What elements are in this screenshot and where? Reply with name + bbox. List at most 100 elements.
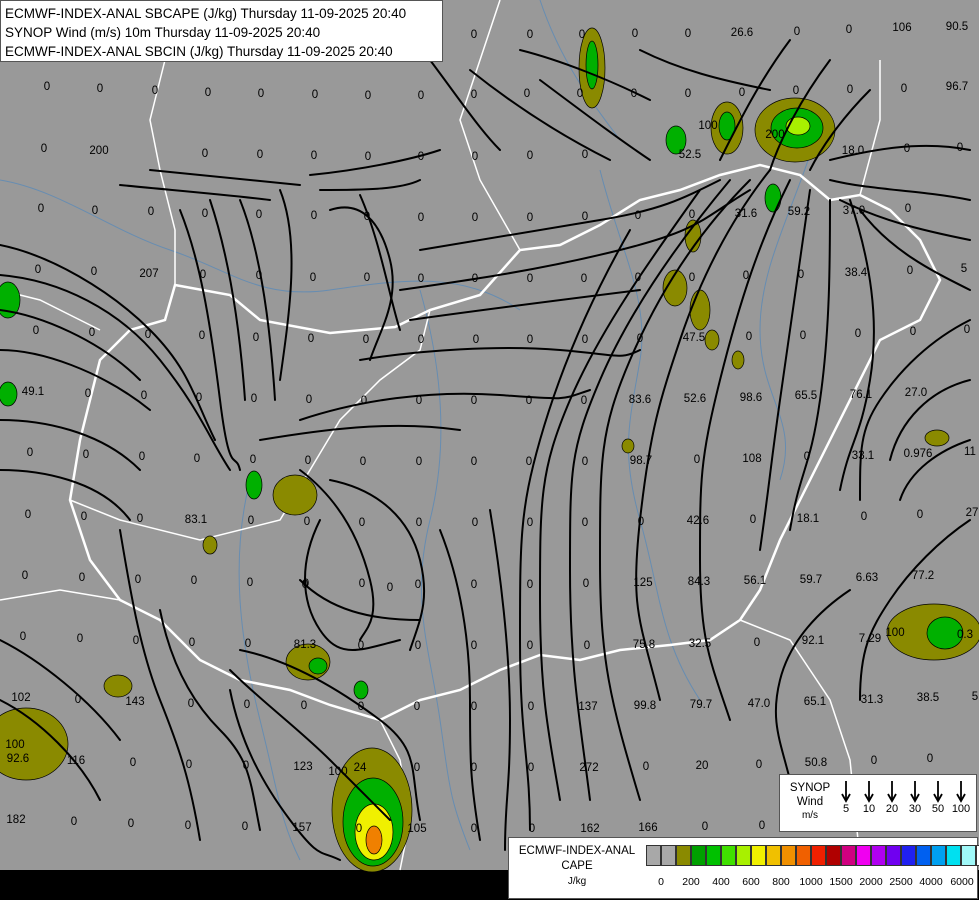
- map-value-label: 0: [38, 203, 44, 215]
- map-value-label: 0: [145, 329, 151, 341]
- cape-color-swatch: [916, 845, 931, 866]
- map-value-label: 100: [885, 627, 904, 639]
- map-value-label: 0: [256, 209, 262, 221]
- cape-color-swatch: [706, 845, 721, 866]
- map-value-label: 0: [472, 517, 478, 529]
- map-value-label: 0: [152, 85, 158, 97]
- map-value-label: 92.1: [802, 635, 824, 647]
- wind-legend-speed: 10: [862, 803, 876, 815]
- cape-color-swatch: [826, 845, 841, 866]
- map-value-label: 0: [473, 334, 479, 346]
- map-value-label: 106: [892, 22, 911, 34]
- map-value-label: 0: [141, 390, 147, 402]
- map-value-label: 0: [139, 451, 145, 463]
- map-value-label: 0: [302, 579, 308, 591]
- map-value-label: 0: [579, 29, 585, 41]
- map-value-label: 0: [904, 143, 910, 155]
- cape-color-swatch: [646, 845, 661, 866]
- cape-area-north-2-core: [585, 40, 599, 90]
- map-value-label: 0: [75, 694, 81, 706]
- map-value-label: 0: [632, 28, 638, 40]
- cape-color-swatch: [751, 845, 766, 866]
- map-value-label: 0: [27, 447, 33, 459]
- map-value-label: 52.6: [684, 393, 706, 405]
- wind-legend-speed: 30: [908, 803, 922, 815]
- map-value-label: 59.7: [800, 574, 822, 586]
- map-value-label: 272: [579, 762, 598, 774]
- map-value-label: 123: [293, 761, 312, 773]
- map-value-label: 76.1: [850, 389, 872, 401]
- cape-scale-tick: 600: [742, 876, 760, 888]
- map-value-label: 0: [917, 509, 923, 521]
- cape-color-swatch: [691, 845, 706, 866]
- cape-color-swatch: [871, 845, 886, 866]
- map-value-label: 0: [756, 759, 762, 771]
- map-value-label: 0: [957, 142, 963, 154]
- cape-legend-title: ECMWF-INDEX-ANAL CAPE J/kg: [513, 844, 641, 889]
- map-value-label: 0: [202, 208, 208, 220]
- cape-area-south-2: [103, 674, 133, 698]
- map-value-label: 65.5: [795, 390, 817, 402]
- map-value-label: 0: [927, 753, 933, 765]
- map-value-label: 0: [135, 574, 141, 586]
- map-value-label: 0: [635, 272, 641, 284]
- map-value-label: 0: [185, 820, 191, 832]
- map-value-label: 42.6: [687, 515, 709, 527]
- map-value-label: 18.0: [842, 145, 864, 157]
- map-value-label: 100: [698, 120, 717, 132]
- map-value-label: 79.7: [690, 699, 712, 711]
- map-value-label: 38.4: [845, 267, 868, 279]
- map-value-label: 50.8: [805, 757, 827, 769]
- wind-legend: SYNOP Wind m/s 5 10 20 30 50 100: [779, 774, 977, 832]
- title-line-wind: SYNOP Wind (m/s) 10m Thursday 11-09-2025…: [5, 25, 321, 40]
- map-value-label: 0: [577, 88, 583, 100]
- map-value-label: 0: [416, 395, 422, 407]
- map-value-label: 125: [633, 577, 652, 589]
- map-value-label: 0: [582, 149, 588, 161]
- map-value-label: 0: [581, 395, 587, 407]
- map-value-label: 0: [582, 517, 588, 529]
- map-value-label: 0: [35, 264, 41, 276]
- map-value-label: 0: [306, 394, 312, 406]
- map-value-label: 0: [205, 87, 211, 99]
- map-value-label: 98.7: [630, 455, 652, 467]
- cape-area-south-3: [353, 680, 369, 700]
- map-value-label: 0: [71, 816, 77, 828]
- wind-legend-item: 10: [858, 779, 880, 815]
- map-value-label: 0: [527, 640, 533, 652]
- map-value-label: 0: [202, 148, 208, 160]
- map-value-label: 0: [846, 24, 852, 36]
- map-value-label: 0: [250, 454, 256, 466]
- map-value-label: 100: [5, 739, 24, 751]
- map-value-label: 0: [91, 266, 97, 278]
- map-value-label: 47.5: [683, 332, 705, 344]
- map-value-label: 0: [798, 269, 804, 281]
- map-value-label: 0.3: [957, 629, 973, 641]
- map-value-label: 0: [356, 823, 362, 835]
- map-value-label: 0: [582, 211, 588, 223]
- map-value-label: 0: [418, 212, 424, 224]
- map-value-label: 0: [582, 456, 588, 468]
- map-value-label: 0: [907, 265, 913, 277]
- map-value-label: 0: [527, 29, 533, 41]
- map-value-label: 0: [759, 820, 765, 832]
- map-value-label: 0: [471, 823, 477, 835]
- map-value-label: 0: [527, 579, 533, 591]
- map-value-label: 0: [471, 89, 477, 101]
- map-value-label: 0: [196, 392, 202, 404]
- map-value-label: 0: [414, 762, 420, 774]
- cape-area-east-4: [704, 329, 720, 351]
- map-value-label: 81.3: [294, 639, 316, 651]
- map-value-label: 0: [415, 579, 421, 591]
- cape-scale-tick: 2500: [889, 876, 913, 888]
- map-value-label: 157: [292, 822, 311, 834]
- map-value-label: 0: [20, 631, 26, 643]
- cape-color-swatch: [961, 845, 976, 866]
- map-value-label: 31.3: [861, 694, 883, 706]
- map-value-label: 207: [139, 268, 158, 280]
- map-value-label: 0: [253, 332, 259, 344]
- map-value-label: 0: [418, 334, 424, 346]
- wind-legend-speed: 5: [842, 803, 850, 815]
- map-value-label: 0: [301, 700, 307, 712]
- map-value-label: 11: [964, 446, 976, 458]
